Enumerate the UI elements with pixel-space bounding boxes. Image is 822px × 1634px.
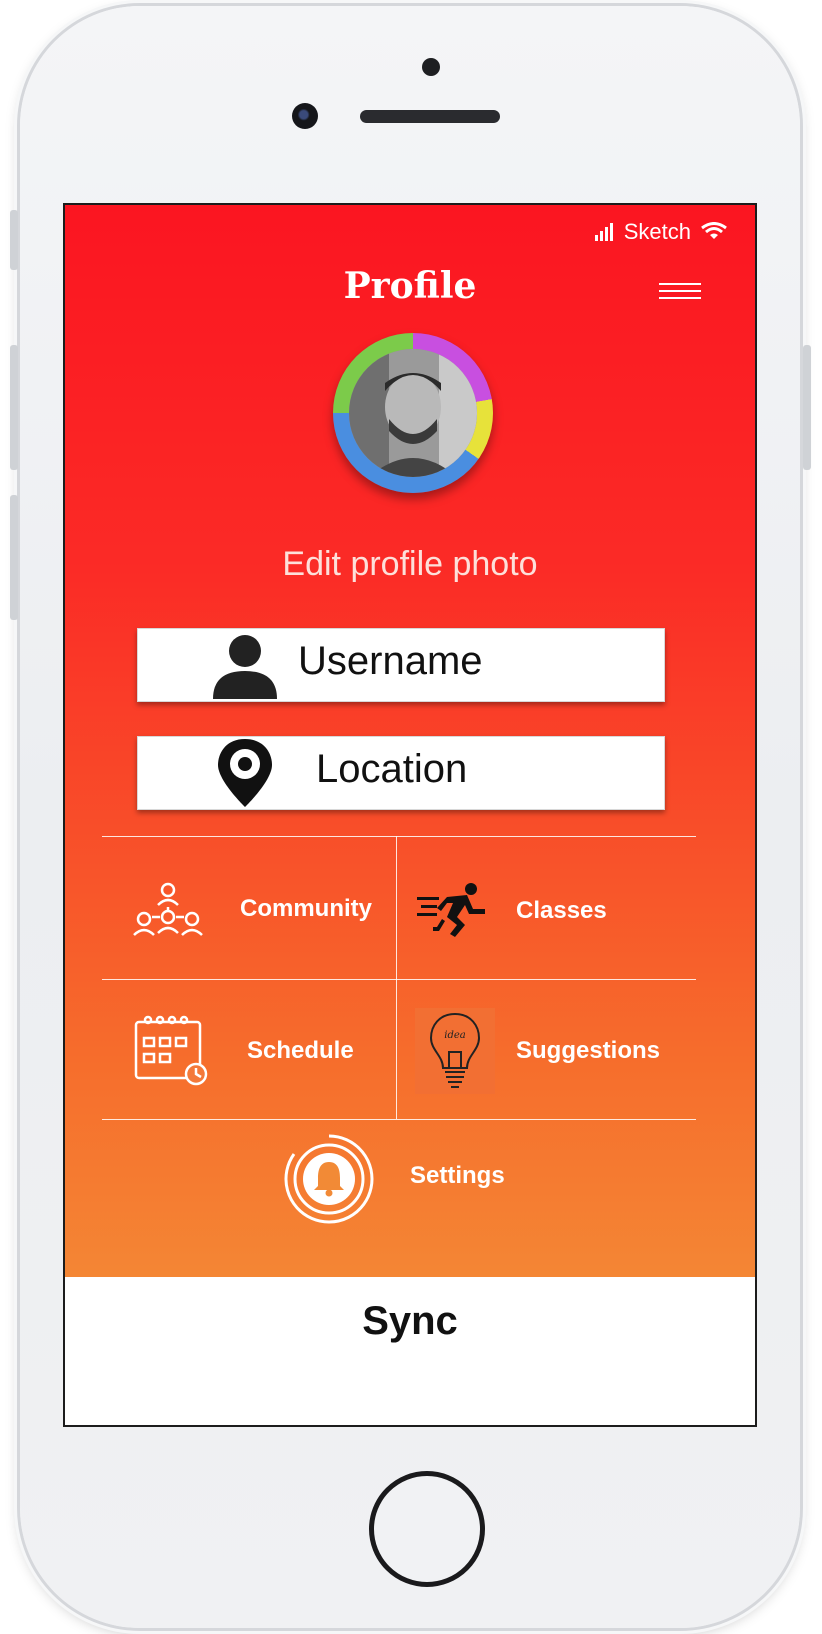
username-label: Username	[298, 639, 483, 683]
settings-tile[interactable]: Settings	[102, 1120, 696, 1260]
volume-up-button	[10, 345, 18, 470]
lightbulb-icon: idea	[415, 1008, 495, 1094]
settings-label: Settings	[410, 1162, 505, 1189]
username-field[interactable]: Username	[137, 628, 665, 702]
classes-tile[interactable]: Classes	[397, 837, 696, 979]
bell-icon	[284, 1134, 374, 1224]
schedule-label: Schedule	[247, 1037, 354, 1064]
community-label: Community	[240, 895, 372, 922]
sync-button[interactable]: Sync	[65, 1277, 755, 1425]
community-icon	[133, 882, 203, 936]
earpiece-speaker	[360, 110, 500, 123]
home-button[interactable]	[369, 1471, 485, 1587]
power-button	[803, 345, 811, 470]
proximity-sensor	[422, 58, 440, 76]
classes-label: Classes	[516, 897, 607, 924]
running-icon	[417, 883, 485, 937]
profile-photo	[349, 349, 477, 477]
wifi-icon	[701, 222, 727, 239]
mute-switch	[10, 210, 18, 270]
signal-icon	[594, 223, 613, 241]
community-tile[interactable]: Community	[102, 837, 396, 979]
volume-down-button	[10, 495, 18, 620]
sync-label: Sync	[362, 1299, 458, 1343]
status-bar: Sketch	[594, 219, 727, 245]
page-title: Profile	[343, 265, 477, 307]
avatar[interactable]	[333, 333, 493, 493]
schedule-tile[interactable]: Schedule	[102, 980, 396, 1119]
suggestions-label: Suggestions	[516, 1037, 661, 1064]
map-pin-icon	[218, 739, 272, 807]
hamburger-menu-icon[interactable]	[659, 283, 701, 304]
edit-profile-photo-link[interactable]: Edit profile photo	[65, 545, 755, 584]
calendar-icon	[134, 1015, 208, 1086]
suggestions-tile[interactable]: idea Suggestions	[397, 980, 696, 1119]
location-label: Location	[316, 747, 468, 791]
user-icon	[213, 635, 277, 699]
location-field[interactable]: Location	[137, 736, 665, 810]
app-screen: Sketch Profile Edit profile photo Userna…	[63, 203, 757, 1427]
carrier-label: Sketch	[623, 219, 691, 244]
svg-text:idea: idea	[444, 1030, 466, 1041]
front-camera	[292, 103, 318, 129]
